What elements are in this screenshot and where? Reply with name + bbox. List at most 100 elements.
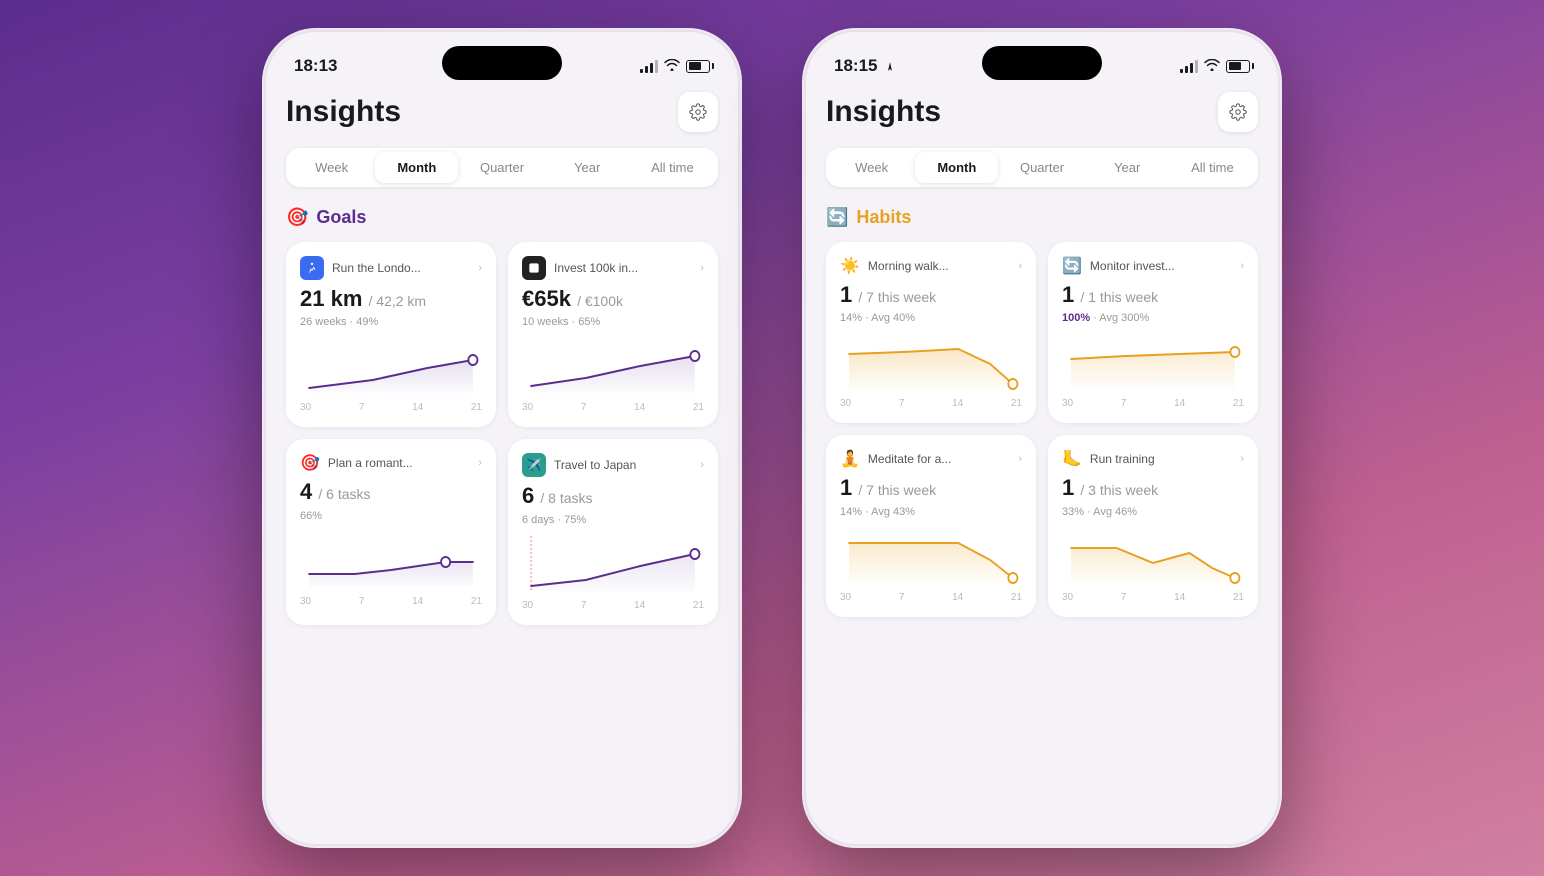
status-bar-2: 18:15 bbox=[806, 32, 1278, 84]
cards-grid-2: ☀️ Morning walk... › 1 / 7 this week 14%… bbox=[826, 242, 1258, 617]
card-value-invest: €65k / €100k bbox=[522, 286, 704, 312]
card-meta-walk: 14% · Avg 40% bbox=[840, 312, 1022, 324]
tab-bar-1: Week Month Quarter Year All time bbox=[286, 148, 718, 187]
card-name-walk: Morning walk... bbox=[868, 259, 1010, 273]
card-header-monitor: 🔄 Monitor invest... › bbox=[1062, 256, 1244, 276]
time-2: 18:15 bbox=[834, 56, 896, 76]
card-monitor-invest[interactable]: 🔄 Monitor invest... › 1 / 1 this week 10… bbox=[1048, 242, 1258, 423]
chart-run bbox=[300, 338, 482, 398]
chart-labels-monitor: 30 7 14 21 bbox=[1062, 398, 1244, 409]
section-title-1: Goals bbox=[316, 207, 366, 228]
content-2: Insights Week Month Quarter Year All tim… bbox=[806, 84, 1278, 844]
card-meta-romantic: 66% bbox=[300, 510, 482, 522]
phone-1: 18:13 bbox=[262, 28, 742, 848]
chart-labels-meditate: 30 7 14 21 bbox=[840, 592, 1022, 603]
chart-labels-romantic: 30 7 14 21 bbox=[300, 596, 482, 607]
card-meta-monitor: 100% · Avg 300% bbox=[1062, 312, 1244, 324]
card-run-training[interactable]: 🦶 Run training › 1 / 3 this week 33% · A… bbox=[1048, 435, 1258, 616]
tab-quarter-1[interactable]: Quarter bbox=[460, 152, 543, 183]
chart-walk bbox=[840, 334, 1022, 394]
section-header-2: 🔄 Habits bbox=[826, 207, 1258, 228]
card-value-japan: 6 / 8 tasks bbox=[522, 483, 704, 509]
section-header-1: 🎯 Goals bbox=[286, 207, 718, 228]
chart-meditate bbox=[840, 528, 1022, 588]
card-icon-monitor: 🔄 bbox=[1062, 256, 1082, 276]
battery-icon-2 bbox=[1226, 60, 1250, 73]
card-header-walk: ☀️ Morning walk... › bbox=[840, 256, 1022, 276]
chart-invest bbox=[522, 338, 704, 398]
chevron-walk: › bbox=[1018, 260, 1022, 272]
chevron-training: › bbox=[1240, 453, 1244, 465]
chart-japan bbox=[522, 536, 704, 596]
settings-button-2[interactable] bbox=[1218, 92, 1258, 132]
settings-icon-2 bbox=[1229, 103, 1247, 121]
dynamic-island-1 bbox=[442, 46, 562, 80]
card-header-run: Run the Londo... › bbox=[300, 256, 482, 280]
chart-labels-japan: 30 7 14 21 bbox=[522, 600, 704, 611]
wifi-icon-2 bbox=[1204, 59, 1220, 74]
card-name-monitor: Monitor invest... bbox=[1090, 259, 1232, 273]
wifi-icon bbox=[664, 59, 680, 74]
tab-year-2[interactable]: Year bbox=[1086, 152, 1169, 183]
tab-week-2[interactable]: Week bbox=[830, 152, 913, 183]
chart-labels-training: 30 7 14 21 bbox=[1062, 592, 1244, 603]
card-name-training: Run training bbox=[1090, 452, 1232, 466]
card-icon-walk: ☀️ bbox=[840, 256, 860, 276]
phone-2: 18:15 bbox=[802, 28, 1282, 848]
card-meditate[interactable]: 🧘 Meditate for a... › 1 / 7 this week 14… bbox=[826, 435, 1036, 616]
card-name-japan: Travel to Japan bbox=[554, 458, 692, 472]
page-title-1: Insights bbox=[286, 95, 401, 129]
card-name-invest: Invest 100k in... bbox=[554, 261, 692, 275]
chevron-meditate: › bbox=[1018, 453, 1022, 465]
chevron-invest: › bbox=[700, 262, 704, 274]
card-value-run: 21 km / 42,2 km bbox=[300, 286, 482, 312]
habits-icon: 🔄 bbox=[826, 207, 848, 228]
tab-alltime-1[interactable]: All time bbox=[631, 152, 714, 183]
chart-labels-walk: 30 7 14 21 bbox=[840, 398, 1022, 409]
card-run-london[interactable]: Run the Londo... › 21 km / 42,2 km 26 we… bbox=[286, 242, 496, 427]
card-icon-run bbox=[300, 256, 324, 280]
chevron-run: › bbox=[478, 262, 482, 274]
card-meta-run: 26 weeks · 49% bbox=[300, 316, 482, 328]
chevron-japan: › bbox=[700, 459, 704, 471]
tab-month-2[interactable]: Month bbox=[915, 152, 998, 183]
battery-icon bbox=[686, 60, 710, 73]
card-japan[interactable]: ✈️ Travel to Japan › 6 / 8 tasks 6 days … bbox=[508, 439, 718, 624]
card-value-walk: 1 / 7 this week bbox=[840, 282, 1022, 308]
tab-month-1[interactable]: Month bbox=[375, 152, 458, 183]
card-icon-meditate: 🧘 bbox=[840, 449, 860, 469]
tab-week-1[interactable]: Week bbox=[290, 152, 373, 183]
signal-icon-2 bbox=[1180, 60, 1198, 73]
content-1: Insights Week Month Quarter Year All tim… bbox=[266, 84, 738, 844]
card-value-meditate: 1 / 7 this week bbox=[840, 475, 1022, 501]
card-meta-training: 33% · Avg 46% bbox=[1062, 506, 1244, 518]
card-morning-walk[interactable]: ☀️ Morning walk... › 1 / 7 this week 14%… bbox=[826, 242, 1036, 423]
tab-quarter-2[interactable]: Quarter bbox=[1000, 152, 1083, 183]
card-invest[interactable]: Invest 100k in... › €65k / €100k 10 week… bbox=[508, 242, 718, 427]
settings-icon-1 bbox=[689, 103, 707, 121]
cards-grid-1: Run the Londo... › 21 km / 42,2 km 26 we… bbox=[286, 242, 718, 625]
settings-button-1[interactable] bbox=[678, 92, 718, 132]
page-header-2: Insights bbox=[826, 84, 1258, 132]
card-name-romantic: Plan a romant... bbox=[328, 456, 470, 470]
page-title-2: Insights bbox=[826, 95, 941, 129]
chevron-monitor: › bbox=[1240, 260, 1244, 272]
goals-icon: 🎯 bbox=[286, 207, 308, 228]
card-value-training: 1 / 3 this week bbox=[1062, 475, 1244, 501]
card-header-romantic: 🎯 Plan a romant... › bbox=[300, 453, 482, 473]
status-icons-2 bbox=[1180, 59, 1250, 74]
card-icon-japan: ✈️ bbox=[522, 453, 546, 477]
card-name-run: Run the Londo... bbox=[332, 261, 470, 275]
card-romantic[interactable]: 🎯 Plan a romant... › 4 / 6 tasks 66% bbox=[286, 439, 496, 624]
status-bar-1: 18:13 bbox=[266, 32, 738, 84]
chart-training bbox=[1062, 528, 1244, 588]
card-name-meditate: Meditate for a... bbox=[868, 452, 1010, 466]
card-value-romantic: 4 / 6 tasks bbox=[300, 479, 482, 505]
tab-alltime-2[interactable]: All time bbox=[1171, 152, 1254, 183]
tab-year-1[interactable]: Year bbox=[546, 152, 629, 183]
card-meta-meditate: 14% · Avg 43% bbox=[840, 506, 1022, 518]
dynamic-island-2 bbox=[982, 46, 1102, 80]
page-header-1: Insights bbox=[286, 84, 718, 132]
card-icon-invest bbox=[522, 256, 546, 280]
chart-labels-run: 30 7 14 21 bbox=[300, 402, 482, 413]
